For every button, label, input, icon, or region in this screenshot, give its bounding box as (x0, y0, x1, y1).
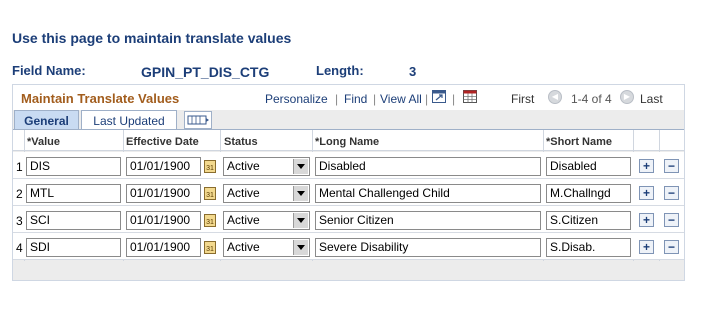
status-select[interactable]: Active (223, 157, 310, 176)
delete-row-button[interactable]: − (664, 240, 679, 254)
calendar-icon[interactable]: 31 (204, 160, 216, 173)
add-row-button[interactable]: + (639, 186, 654, 200)
find-link[interactable]: Find (344, 92, 367, 106)
add-row-button[interactable]: + (639, 213, 654, 227)
tab-general[interactable]: General (14, 110, 79, 130)
view-all-link[interactable]: View All (380, 92, 422, 106)
status-select-value: Active (227, 213, 260, 227)
field-name-label: Field Name: (12, 63, 86, 78)
next-row-icon[interactable]: ▶ (620, 90, 634, 104)
long-name-field[interactable]: Disabled (315, 157, 541, 176)
column-header-value: *Value (27, 136, 61, 148)
field-name-value: GPIN_PT_DIS_CTG (141, 64, 270, 80)
value-field[interactable]: DIS (26, 157, 121, 176)
chevron-down-icon[interactable] (293, 159, 308, 174)
chevron-down-icon[interactable] (293, 186, 308, 201)
row-number: 3 (16, 214, 23, 228)
add-row-button[interactable]: + (639, 159, 654, 173)
personalize-link[interactable]: Personalize (265, 92, 328, 106)
short-name-field[interactable]: S.Citizen (546, 211, 631, 230)
effective-date-field[interactable]: 01/01/1900 (126, 184, 201, 203)
nav-separator: | (373, 92, 377, 106)
page-instruction: Use this page to maintain translate valu… (12, 30, 292, 46)
length-label: Length: (316, 63, 364, 78)
short-name-field[interactable]: Disabled (546, 157, 631, 176)
length-value: 3 (409, 64, 417, 79)
nav-separator: | (452, 92, 456, 106)
long-name-field[interactable]: Severe Disability (315, 238, 541, 257)
row-number: 4 (16, 241, 23, 255)
long-name-field[interactable]: Mental Challenged Child (315, 184, 541, 203)
column-header-short-name: *Short Name (546, 136, 613, 148)
short-name-field[interactable]: M.Challngd (546, 184, 631, 203)
previous-row-icon[interactable]: ◀ (548, 90, 562, 104)
chevron-down-icon[interactable] (293, 213, 308, 228)
add-row-button[interactable]: + (639, 240, 654, 254)
grid-title: Maintain Translate Values (21, 91, 180, 106)
effective-date-field[interactable]: 01/01/1900 (126, 157, 201, 176)
first-label: First (511, 92, 535, 106)
status-select[interactable]: Active (223, 238, 310, 257)
status-select-value: Active (227, 240, 260, 254)
tab-last-updated[interactable]: Last Updated (81, 110, 177, 130)
value-field[interactable]: SDI (26, 238, 121, 257)
column-header-status: Status (224, 136, 258, 148)
column-header-effective-date: Effective Date (126, 136, 199, 148)
calendar-icon[interactable]: 31 (204, 214, 216, 227)
status-select-value: Active (227, 159, 260, 173)
status-select[interactable]: Active (223, 184, 310, 203)
last-label: Last (640, 92, 663, 106)
row-number: 2 (16, 187, 23, 201)
status-select[interactable]: Active (223, 211, 310, 230)
nav-separator: | (425, 92, 429, 106)
chevron-down-icon[interactable] (293, 240, 308, 255)
row-number: 1 (16, 160, 23, 174)
show-all-columns-icon[interactable] (184, 111, 212, 129)
short-name-field[interactable]: S.Disab. (546, 238, 631, 257)
column-header-long-name: *Long Name (315, 136, 380, 148)
zoom-icon[interactable] (432, 90, 446, 103)
long-name-field[interactable]: Senior Citizen (315, 211, 541, 230)
calendar-icon[interactable]: 31 (204, 187, 216, 200)
calendar-icon[interactable]: 31 (204, 241, 216, 254)
row-count: 1-4 of 4 (571, 92, 612, 106)
value-field[interactable]: MTL (26, 184, 121, 203)
value-field[interactable]: SCI (26, 211, 121, 230)
delete-row-button[interactable]: − (664, 213, 679, 227)
delete-row-button[interactable]: − (664, 186, 679, 200)
nav-separator: | (335, 92, 339, 106)
delete-row-button[interactable]: − (664, 159, 679, 173)
status-select-value: Active (227, 186, 260, 200)
effective-date-field[interactable]: 01/01/1900 (126, 238, 201, 257)
effective-date-field[interactable]: 01/01/1900 (126, 211, 201, 230)
download-to-excel-icon[interactable] (463, 90, 477, 103)
